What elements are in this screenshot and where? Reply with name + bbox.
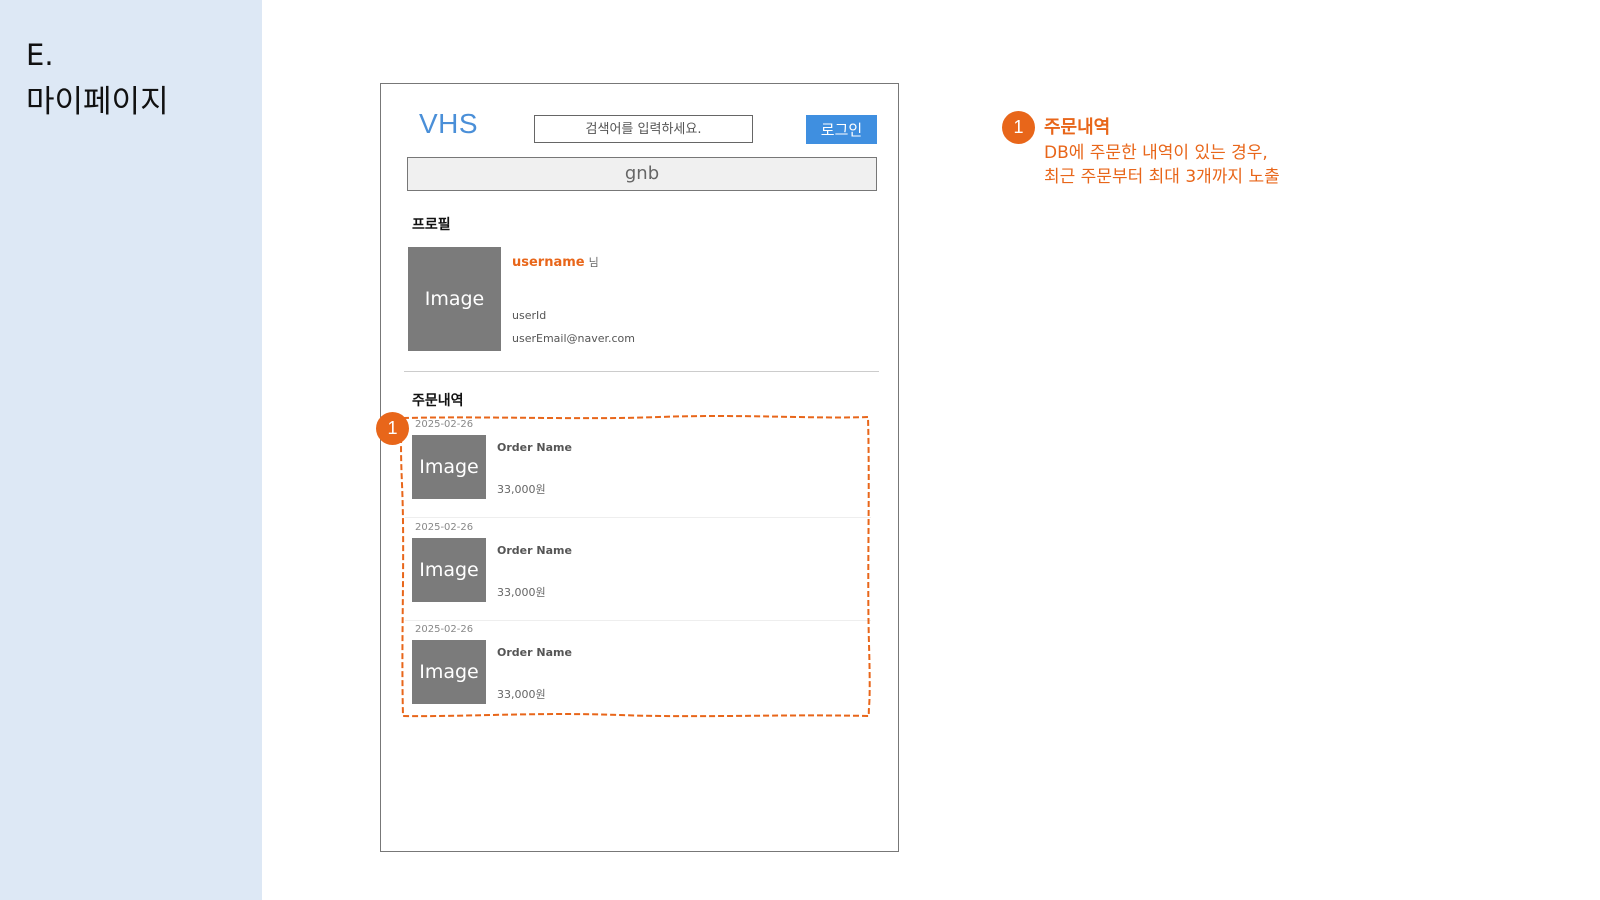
order-item[interactable]: 2025-02-26 Image Order Name 33,000원: [405, 416, 871, 518]
orders-heading: 주문내역: [412, 393, 464, 409]
order-date: 2025-02-26: [415, 522, 474, 533]
order-image: Image: [412, 640, 486, 704]
section-code: E.: [26, 38, 54, 72]
annotation-marker-1: 1: [376, 412, 409, 445]
profile-heading: 프로필: [412, 217, 451, 233]
order-price: 33,000원: [497, 586, 546, 599]
annotation-description-line2: 최근 주문부터 최대 3개까지 노출: [1044, 167, 1280, 187]
username-line: username 님: [512, 254, 599, 270]
order-name: Order Name: [497, 441, 572, 454]
order-price: 33,000원: [497, 688, 546, 701]
order-name: Order Name: [497, 646, 572, 659]
logo[interactable]: VHS: [419, 108, 478, 140]
order-item[interactable]: 2025-02-26 Image Order Name 33,000원: [405, 519, 871, 621]
order-image: Image: [412, 538, 486, 602]
section-title: 마이페이지: [26, 84, 169, 120]
order-date: 2025-02-26: [415, 624, 474, 635]
user-id: userId: [512, 309, 547, 322]
side-panel: [0, 0, 262, 900]
order-name: Order Name: [497, 544, 572, 557]
search-input[interactable]: [534, 115, 753, 143]
username-honorific: 님: [588, 256, 599, 269]
annotation-title: 주문내역: [1044, 117, 1111, 138]
mobile-wireframe: VHS 로그인 gnb 프로필 Image username님 userId u…: [380, 83, 899, 852]
user-email: userEmail@naver.com: [512, 332, 636, 345]
global-navigation-bar[interactable]: gnb: [407, 157, 877, 191]
username: username: [512, 255, 585, 270]
order-image: Image: [412, 435, 486, 499]
annotation-description-line1: DB에 주문한 내역이 있는 경우,: [1044, 143, 1268, 163]
order-item[interactable]: 2025-02-26 Image Order Name 33,000원: [405, 621, 871, 723]
order-price: 33,000원: [497, 483, 546, 496]
login-button[interactable]: 로그인: [806, 115, 877, 144]
profile-image: Image: [408, 247, 501, 351]
annotation-note-marker-1: 1: [1002, 111, 1035, 144]
order-date: 2025-02-26: [415, 419, 474, 430]
section-divider: [404, 371, 879, 372]
